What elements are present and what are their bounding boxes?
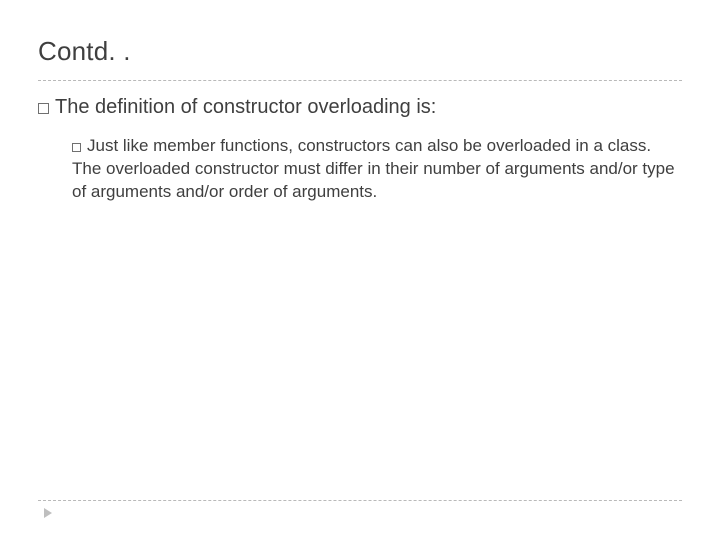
slide-title: Contd. . <box>38 36 131 67</box>
bullet-level-1-text: The definition of constructor overloadin… <box>55 96 436 118</box>
square-bullet-icon <box>38 103 49 114</box>
square-bullet-icon <box>72 143 81 152</box>
bullet-level-2-text: Just like member functions, constructors… <box>72 136 675 201</box>
play-arrow-icon <box>44 508 52 518</box>
slide-body: The definition of constructor overloadin… <box>38 96 682 204</box>
slide: Contd. . The definition of constructor o… <box>0 0 720 540</box>
divider-bottom <box>38 500 682 501</box>
divider-top <box>38 80 682 81</box>
bullet-level-1: The definition of constructor overloadin… <box>38 96 682 119</box>
bullet-level-2: Just like member functions, constructors… <box>72 135 682 204</box>
bullet-level-2-wrap: Just like member functions, constructors… <box>72 135 682 204</box>
